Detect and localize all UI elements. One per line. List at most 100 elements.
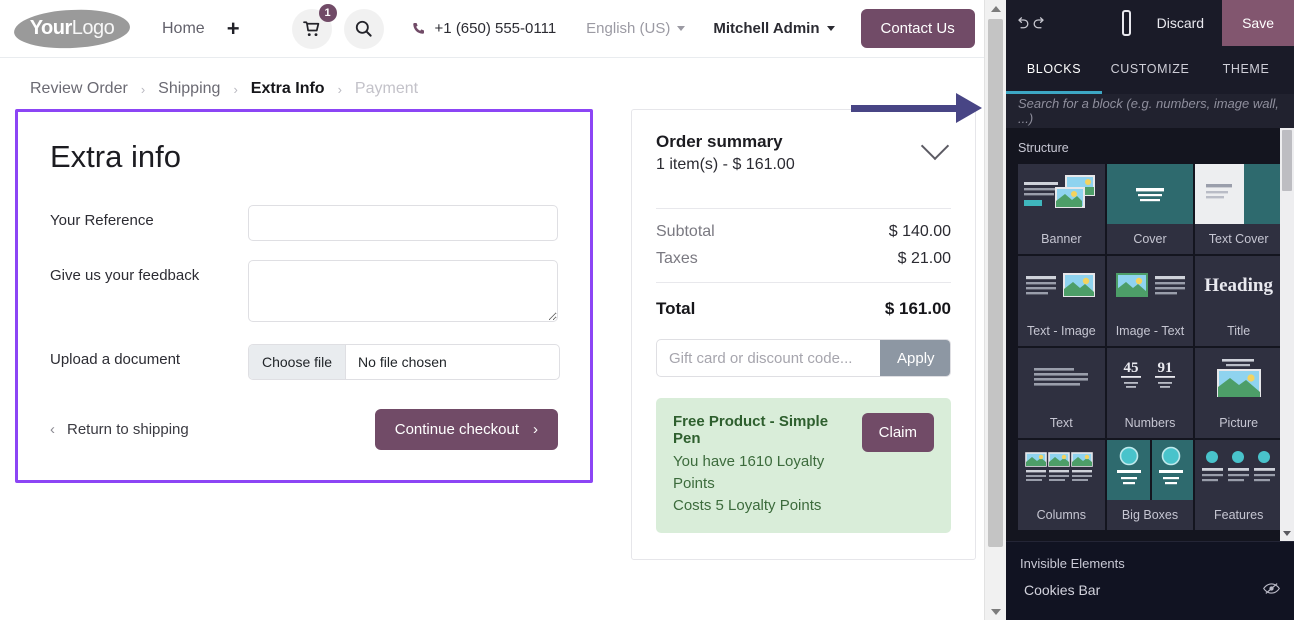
blocks-scrollbar-thumb[interactable]: [1282, 130, 1292, 191]
block-tile-text-cover[interactable]: Text Cover: [1195, 164, 1282, 254]
blocks-section-title: Structure: [1018, 141, 1069, 155]
text-image-art-icon: [1026, 273, 1096, 297]
language-label: English (US): [586, 20, 671, 37]
loyalty-reward-title: Free Product - Simple Pen: [673, 413, 829, 447]
redo-icon: [1033, 16, 1044, 28]
choose-file-button[interactable]: Choose file: [249, 345, 347, 379]
user-name: Mitchell Admin: [713, 20, 820, 37]
page-scrollbar[interactable]: [984, 0, 1006, 620]
logo-text: YourLogo: [30, 17, 115, 40]
block-tile-image-text[interactable]: Image - Text: [1106, 256, 1194, 346]
block-label-columns: Columns: [1036, 508, 1086, 522]
checkout-columns: Extra info Your Reference Give us your f…: [0, 98, 1006, 560]
divider: [656, 208, 951, 209]
block-label-text: Text: [1049, 416, 1073, 430]
triangle-down-icon[interactable]: [1283, 531, 1291, 536]
title-art-text: Heading: [1204, 275, 1273, 296]
order-summary-subtitle: 1 item(s) - $ 161.00: [656, 156, 795, 173]
scroll-up-button[interactable]: [985, 0, 1006, 17]
nav-add-icon[interactable]: +: [227, 17, 240, 40]
mobile-preview-icon[interactable]: [1122, 10, 1131, 36]
cart-button[interactable]: 1: [291, 3, 337, 49]
phone-text: +1 (650) 555-0111: [434, 20, 557, 37]
chevron-right-icon: ›: [533, 421, 538, 438]
blocks-scrollbar[interactable]: [1280, 128, 1294, 541]
chevron-down-icon[interactable]: [920, 131, 950, 161]
feedback-textarea[interactable]: [248, 260, 558, 322]
language-selector[interactable]: English (US): [586, 20, 686, 37]
nav-item-home[interactable]: Home: [162, 20, 205, 38]
search-icon: [355, 20, 372, 37]
tab-blocks[interactable]: BLOCKS: [1006, 46, 1102, 94]
text-thumbnail: [1018, 348, 1105, 408]
text-cover-art-icon: [1205, 184, 1232, 199]
block-tile-picture[interactable]: Picture: [1195, 348, 1282, 438]
svg-text:45: 45: [1123, 360, 1138, 376]
order-summary-header[interactable]: Order summary 1 item(s) - $ 161.00: [656, 131, 951, 174]
discard-button[interactable]: Discard: [1157, 15, 1204, 31]
block-label-image-text: Image - Text: [1115, 324, 1185, 338]
breadcrumb-separator: ›: [233, 81, 238, 97]
return-to-shipping-link[interactable]: ‹ Return to shipping: [50, 421, 189, 438]
scrollbar-thumb[interactable]: [988, 19, 1003, 547]
image-text-art-icon: [1115, 273, 1185, 297]
numbers-thumbnail: 45 91: [1107, 348, 1194, 408]
block-tile-text[interactable]: Text: [1018, 348, 1105, 438]
contact-us-button[interactable]: Contact Us: [860, 9, 975, 48]
file-input[interactable]: Choose file No file chosen: [248, 344, 560, 380]
continue-checkout-button[interactable]: Continue checkout ›: [374, 409, 558, 450]
loyalty-points-cost: Costs 5 Loyalty Points: [673, 497, 822, 515]
your-reference-input[interactable]: [248, 205, 558, 241]
breadcrumb-review-order[interactable]: Review Order: [30, 80, 128, 98]
breadcrumb-payment: Payment: [354, 80, 419, 97]
summary-row-total: Total $ 161.00: [656, 299, 951, 319]
eye-off-icon[interactable]: [1263, 582, 1280, 598]
undo-button[interactable]: [1014, 15, 1031, 32]
promo-code-input[interactable]: [657, 340, 880, 376]
search-button[interactable]: [343, 8, 384, 49]
site-logo[interactable]: YourLogo: [13, 7, 131, 50]
block-search-input[interactable]: Search for a block (e.g. numbers, image …: [1006, 94, 1294, 128]
invisible-item-label: Cookies Bar: [1024, 582, 1101, 598]
block-label-features: Features: [1213, 508, 1264, 522]
block-label-text-image: Text - Image: [1026, 324, 1096, 338]
apply-promo-button[interactable]: Apply: [880, 340, 950, 376]
columns-thumbnail: [1018, 440, 1105, 500]
breadcrumb-extra-info: Extra Info: [250, 80, 325, 97]
text-image-thumbnail: [1018, 256, 1105, 316]
blocks-panel: Structure Banner Cover Text Cover Text -…: [1006, 128, 1294, 541]
block-tile-title[interactable]: Heading Title: [1195, 256, 1282, 346]
tab-customize[interactable]: CUSTOMIZE: [1102, 46, 1198, 94]
scroll-down-button[interactable]: [985, 603, 1006, 620]
block-label-cover: Cover: [1133, 232, 1167, 246]
continue-checkout-label: Continue checkout: [394, 421, 519, 438]
order-summary-title: Order summary: [656, 132, 783, 151]
summary-row-subtotal: Subtotal $ 140.00: [656, 223, 951, 241]
extra-info-highlight-box: Extra info Your Reference Give us your f…: [15, 109, 593, 483]
blocks-grid: Banner Cover Text Cover Text - Image Ima…: [1006, 164, 1294, 530]
claim-reward-button[interactable]: Claim: [861, 413, 934, 452]
block-tile-big-boxes[interactable]: Big Boxes: [1106, 440, 1194, 530]
save-button[interactable]: Save: [1222, 0, 1294, 46]
field-row-feedback: Give us your feedback: [50, 260, 558, 325]
label-your-reference: Your Reference: [50, 212, 154, 229]
block-tile-columns[interactable]: Columns: [1018, 440, 1105, 530]
block-tile-banner[interactable]: Banner: [1018, 164, 1105, 254]
redo-button[interactable]: [1031, 15, 1048, 32]
invisible-elements-title: Invisible Elements: [1020, 556, 1125, 571]
tab-theme[interactable]: THEME: [1198, 46, 1294, 94]
user-menu[interactable]: Mitchell Admin: [713, 20, 835, 37]
phone-number[interactable]: +1 (650) 555-0111: [410, 20, 557, 37]
block-tile-numbers[interactable]: 45 91 Numbers: [1106, 348, 1194, 438]
breadcrumb-shipping[interactable]: Shipping: [158, 80, 220, 98]
field-row-reference: Your Reference: [50, 205, 558, 241]
block-tile-text-image[interactable]: Text - Image: [1018, 256, 1105, 346]
svg-text:91: 91: [1157, 360, 1172, 376]
invisible-elements-panel: Invisible Elements Cookies Bar: [1006, 541, 1294, 620]
invisible-item-cookies-bar[interactable]: Cookies Bar: [1006, 571, 1294, 598]
promo-code-group: Apply: [656, 339, 951, 377]
banner-thumbnail: [1018, 164, 1105, 224]
block-tile-features[interactable]: Features: [1195, 440, 1282, 530]
block-label-title: Title: [1227, 324, 1251, 338]
block-tile-cover[interactable]: Cover: [1106, 164, 1194, 254]
